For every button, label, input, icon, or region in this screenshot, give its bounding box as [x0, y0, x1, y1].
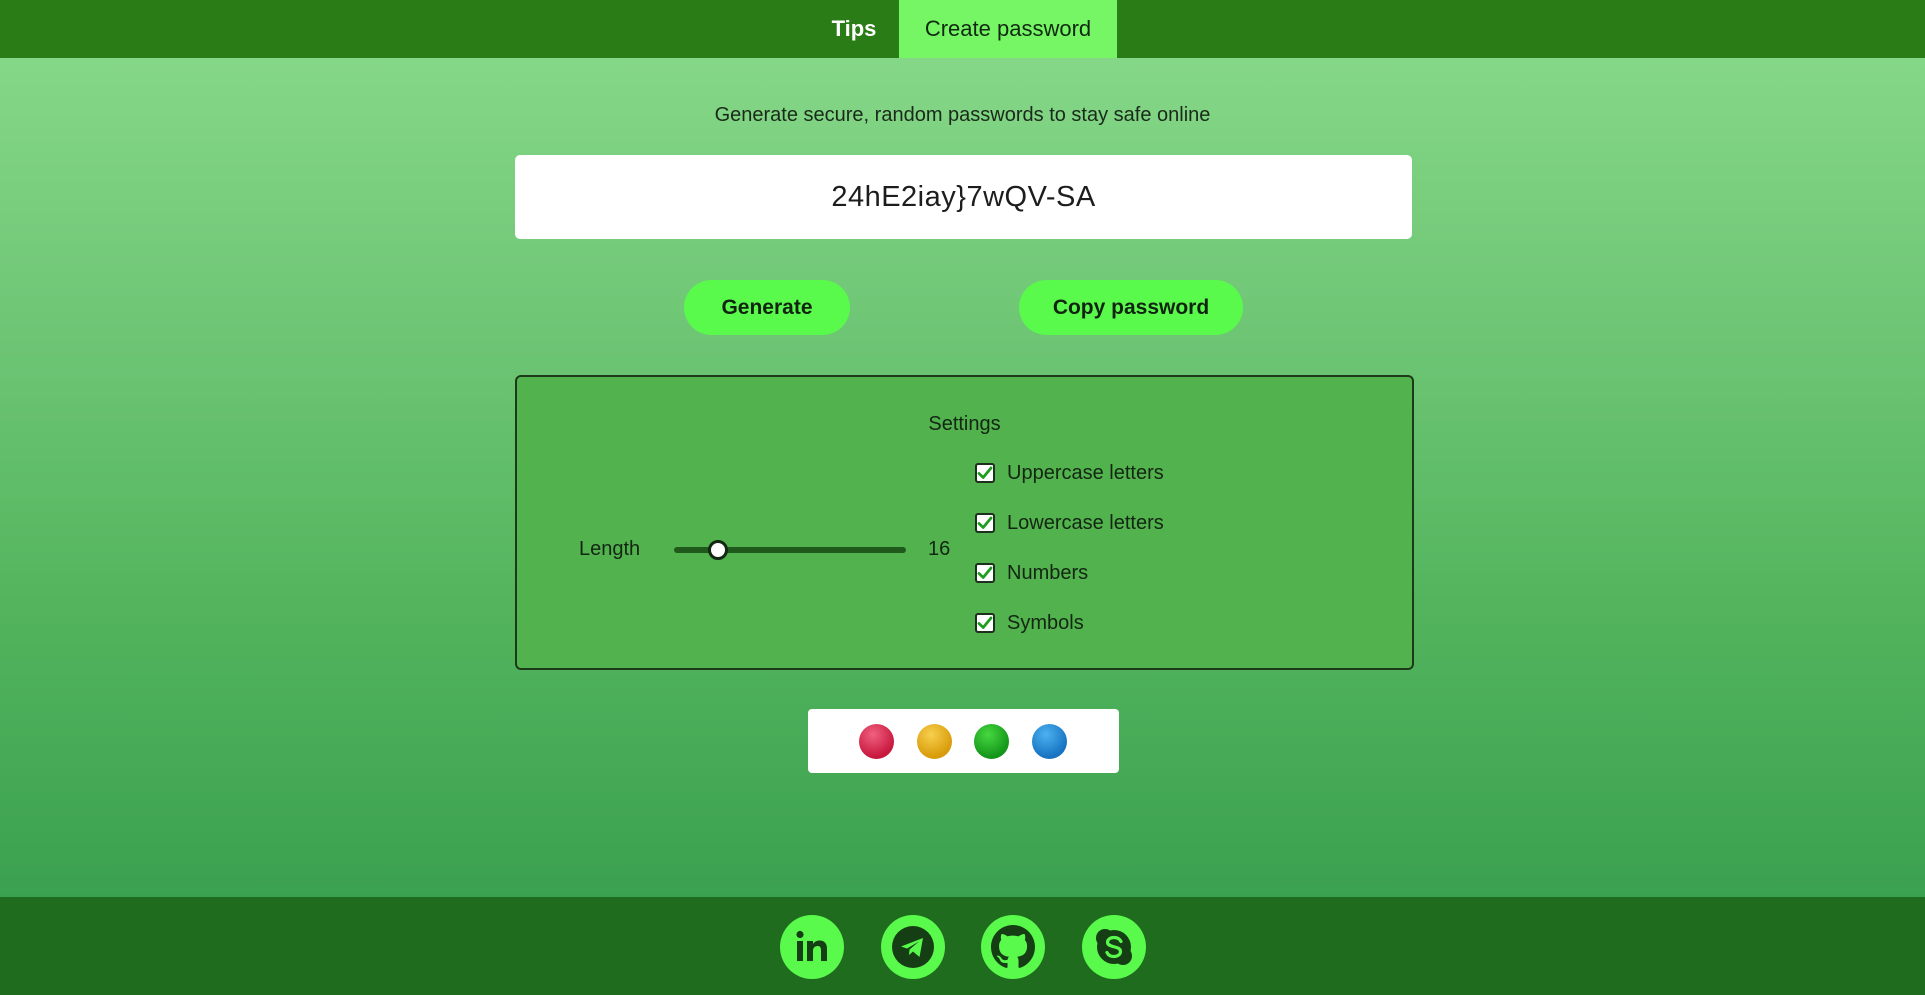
theme-yellow-button[interactable]: [917, 724, 952, 759]
skype-icon: [1096, 929, 1132, 965]
length-slider-thumb[interactable]: [708, 540, 729, 560]
option-symbols[interactable]: Symbols: [975, 610, 1084, 636]
theme-picker: [808, 709, 1119, 773]
length-label: Length: [579, 538, 641, 560]
length-value: 16: [928, 538, 951, 560]
tab-create-password[interactable]: Create password: [899, 0, 1117, 58]
top-nav: Tips Create password: [0, 0, 1925, 58]
linkedin-link[interactable]: [780, 915, 844, 979]
theme-red-button[interactable]: [859, 724, 894, 759]
lowercase-label: Lowercase letters: [1007, 511, 1164, 534]
option-uppercase[interactable]: Uppercase letters: [975, 460, 1164, 486]
uppercase-label: Uppercase letters: [1007, 461, 1164, 484]
numbers-label: Numbers: [1007, 561, 1089, 584]
footer: [0, 897, 1925, 995]
theme-green-button[interactable]: [974, 724, 1009, 759]
length-slider[interactable]: [674, 540, 906, 560]
github-link[interactable]: [981, 915, 1045, 979]
checkmark-icon: [977, 466, 993, 479]
telegram-link[interactable]: [881, 915, 945, 979]
linkedin-icon: [796, 930, 827, 961]
password-output[interactable]: 24hE2iay}7wQV-SA: [515, 155, 1412, 239]
symbols-checkbox[interactable]: [975, 613, 995, 633]
tagline: Generate secure, random passwords to sta…: [714, 104, 1211, 126]
numbers-checkbox[interactable]: [975, 563, 995, 583]
checkmark-icon: [977, 566, 993, 579]
generate-button[interactable]: Generate: [684, 280, 850, 335]
telegram-icon: [892, 926, 934, 968]
theme-blue-button[interactable]: [1032, 724, 1067, 759]
option-numbers[interactable]: Numbers: [975, 560, 1088, 586]
settings-panel: Settings Length 16 Uppercase letters Low…: [515, 375, 1414, 670]
github-icon: [991, 925, 1035, 968]
lowercase-checkbox[interactable]: [975, 513, 995, 533]
symbols-label: Symbols: [1007, 611, 1084, 634]
settings-title: Settings: [928, 413, 1001, 435]
checkmark-icon: [977, 516, 993, 529]
tab-tips[interactable]: Tips: [812, 0, 896, 58]
skype-link[interactable]: [1082, 915, 1146, 979]
copy-password-button[interactable]: Copy password: [1019, 280, 1243, 335]
uppercase-checkbox[interactable]: [975, 463, 995, 483]
checkmark-icon: [977, 616, 993, 629]
option-lowercase[interactable]: Lowercase letters: [975, 510, 1164, 536]
